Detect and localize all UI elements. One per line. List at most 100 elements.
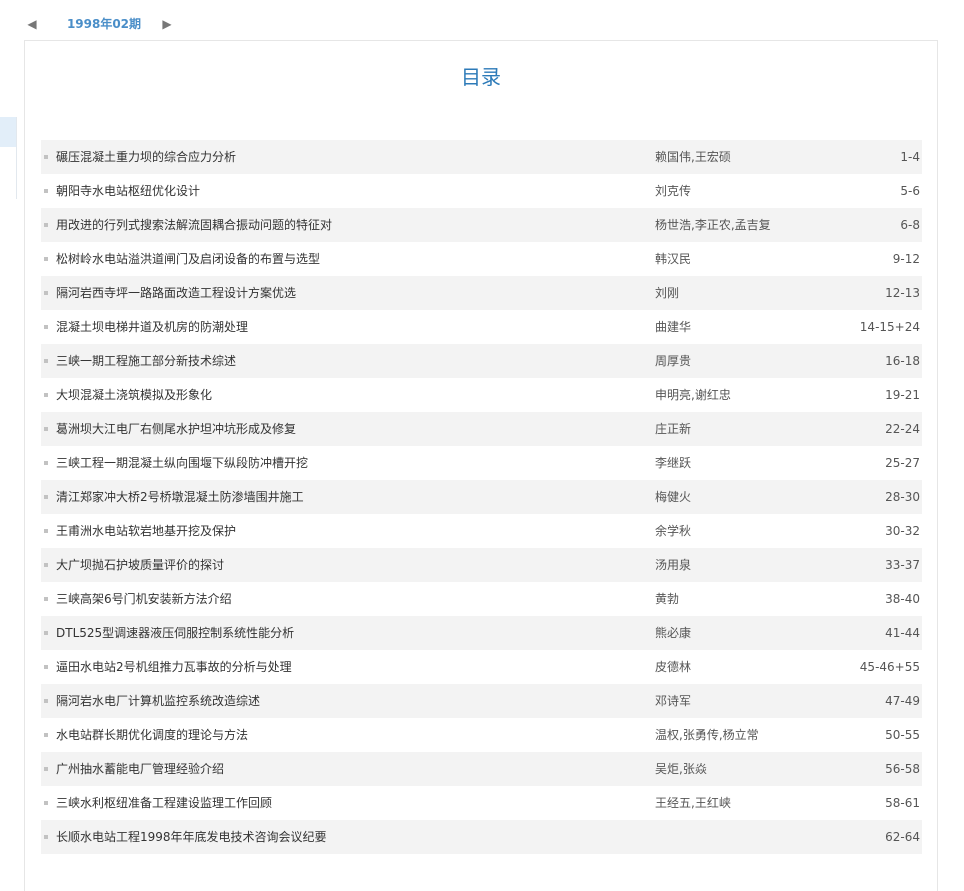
toc-row[interactable]: 大广坝抛石护坡质量评价的探讨 汤用泉 33-37 xyxy=(41,548,922,582)
article-pages: 14-15+24 xyxy=(859,320,920,334)
bullet-icon xyxy=(44,631,48,635)
article-pages: 9-12 xyxy=(892,252,920,266)
toc-row[interactable]: 三峡水利枢纽准备工程建设监理工作回顾 王经五,王红峡 58-61 xyxy=(41,786,922,820)
article-authors: 温权,张勇传,杨立常 xyxy=(655,728,759,742)
bullet-icon xyxy=(44,767,48,771)
bullet-icon xyxy=(44,563,48,567)
toc-row[interactable]: 水电站群长期优化调度的理论与方法 温权,张勇传,杨立常 50-55 xyxy=(41,718,922,752)
article-title-link[interactable]: 大坝混凝土浇筑模拟及形象化 xyxy=(56,378,212,412)
article-title-link[interactable]: 广州抽水蓄能电厂管理经验介绍 xyxy=(56,752,224,786)
article-authors: 李继跃 xyxy=(655,456,692,470)
article-pages: 19-21 xyxy=(885,388,920,402)
article-authors: 邓诗军 xyxy=(655,694,692,708)
toc-row[interactable]: 混凝土坝电梯井道及机房的防潮处理 曲建华 14-15+24 xyxy=(41,310,922,344)
toc-row[interactable]: 三峡一期工程施工部分新技术综述 周厚贵 16-18 xyxy=(41,344,922,378)
article-title-link[interactable]: 隔河岩西寺坪一路路面改造工程设计方案优选 xyxy=(56,276,296,310)
article-pages: 5-6 xyxy=(900,184,920,198)
article-pages: 6-8 xyxy=(900,218,920,232)
bullet-icon xyxy=(44,461,48,465)
article-title-link[interactable]: 朝阳寺水电站枢纽优化设计 xyxy=(56,174,200,208)
article-title-link[interactable]: 水电站群长期优化调度的理论与方法 xyxy=(56,718,248,752)
article-authors: 韩汉民 xyxy=(655,252,692,266)
bullet-icon xyxy=(44,427,48,431)
article-authors: 刘克传 xyxy=(655,184,692,198)
article-authors: 庄正新 xyxy=(655,422,692,436)
article-pages: 45-46+55 xyxy=(859,660,920,674)
article-pages: 1-4 xyxy=(900,150,920,164)
toc-row[interactable]: 三峡工程一期混凝土纵向围堰下纵段防冲槽开挖 李继跃 25-27 xyxy=(41,446,922,480)
toc-row[interactable]: 隔河岩西寺坪一路路面改造工程设计方案优选 刘刚 12-13 xyxy=(41,276,922,310)
article-title-link[interactable]: 逼田水电站2号机组推力瓦事故的分析与处理 xyxy=(56,650,292,684)
article-authors: 刘刚 xyxy=(655,286,680,300)
article-authors: 申明亮,谢红忠 xyxy=(655,388,731,402)
toc-title: 目录 xyxy=(461,65,501,89)
article-authors: 周厚贵 xyxy=(655,354,692,368)
bullet-icon xyxy=(44,189,48,193)
bullet-icon xyxy=(44,699,48,703)
toc-panel: 目录 碾压混凝土重力坝的综合应力分析 赖国伟,王宏硕 1-4 朝阳寺水电站枢纽优化设计… xyxy=(24,40,938,891)
toc-row[interactable]: 逼田水电站2号机组推力瓦事故的分析与处理 皮德林 45-46+55 xyxy=(41,650,922,684)
article-title-link[interactable]: 葛洲坝大江电厂右侧尾水护坦冲坑形成及修复 xyxy=(56,412,296,446)
article-title-link[interactable]: 长顺水电站工程1998年年底发电技术咨询会议纪要 xyxy=(56,820,327,854)
article-title-link[interactable]: 三峡水利枢纽准备工程建设监理工作回顾 xyxy=(56,786,272,820)
bullet-icon xyxy=(44,495,48,499)
article-pages: 16-18 xyxy=(885,354,920,368)
side-panel-edge xyxy=(0,117,17,199)
prev-issue-icon[interactable]: ◀ xyxy=(26,16,38,32)
toc-list: 碾压混凝土重力坝的综合应力分析 赖国伟,王宏硕 1-4 朝阳寺水电站枢纽优化设计 刘克传… xyxy=(41,140,922,854)
article-authors: 王经五,王红峡 xyxy=(655,796,731,810)
issue-label[interactable]: 1998年02期 xyxy=(64,16,144,32)
article-title-link[interactable]: 碾压混凝土重力坝的综合应力分析 xyxy=(56,140,236,174)
bullet-icon xyxy=(44,733,48,737)
article-authors: 吴炬,张焱 xyxy=(655,762,707,776)
side-panel-active-item[interactable] xyxy=(0,117,16,147)
bullet-icon xyxy=(44,257,48,261)
article-pages: 22-24 xyxy=(885,422,920,436)
bullet-icon xyxy=(44,325,48,329)
article-title-link[interactable]: 用改进的行列式搜索法解流固耦合振动问题的特征对 xyxy=(56,208,332,242)
article-authors: 汤用泉 xyxy=(655,558,692,572)
toc-row[interactable]: 大坝混凝土浇筑模拟及形象化 申明亮,谢红忠 19-21 xyxy=(41,378,922,412)
article-pages: 25-27 xyxy=(885,456,920,470)
article-authors: 杨世浩,李正农,孟吉复 xyxy=(655,218,771,232)
article-title-link[interactable]: 王甫洲水电站软岩地基开挖及保护 xyxy=(56,514,236,548)
toc-row[interactable]: 三峡高架6号门机安装新方法介绍 黄勃 38-40 xyxy=(41,582,922,616)
toc-row[interactable]: 朝阳寺水电站枢纽优化设计 刘克传 5-6 xyxy=(41,174,922,208)
article-pages: 50-55 xyxy=(885,728,920,742)
article-pages: 56-58 xyxy=(885,762,920,776)
bullet-icon xyxy=(44,291,48,295)
bullet-icon xyxy=(44,359,48,363)
next-issue-icon[interactable]: ▶ xyxy=(161,16,173,32)
toc-row[interactable]: 长顺水电站工程1998年年底发电技术咨询会议纪要 62-64 xyxy=(41,820,922,854)
toc-row[interactable]: 用改进的行列式搜索法解流固耦合振动问题的特征对 杨世浩,李正农,孟吉复 6-8 xyxy=(41,208,922,242)
article-pages: 62-64 xyxy=(885,830,920,844)
toc-row[interactable]: DTL525型调速器液压伺服控制系统性能分析 熊必康 41-44 xyxy=(41,616,922,650)
article-pages: 30-32 xyxy=(885,524,920,538)
toc-row[interactable]: 清江郑家冲大桥2号桥墩混凝土防渗墙围井施工 梅健火 28-30 xyxy=(41,480,922,514)
article-title-link[interactable]: 松树岭水电站溢洪道闸门及启闭设备的布置与选型 xyxy=(56,242,320,276)
article-title-link[interactable]: 混凝土坝电梯井道及机房的防潮处理 xyxy=(56,310,248,344)
article-title-link[interactable]: 三峡高架6号门机安装新方法介绍 xyxy=(56,582,232,616)
article-title-link[interactable]: 三峡一期工程施工部分新技术综述 xyxy=(56,344,236,378)
article-pages: 47-49 xyxy=(885,694,920,708)
article-authors: 曲建华 xyxy=(655,320,692,334)
toc-row[interactable]: 隔河岩水电厂计算机监控系统改造综述 邓诗军 47-49 xyxy=(41,684,922,718)
article-title-link[interactable]: 隔河岩水电厂计算机监控系统改造综述 xyxy=(56,684,260,718)
toc-row[interactable]: 王甫洲水电站软岩地基开挖及保护 余学秋 30-32 xyxy=(41,514,922,548)
article-authors: 余学秋 xyxy=(655,524,692,538)
article-authors: 赖国伟,王宏硕 xyxy=(655,150,731,164)
toc-row[interactable]: 碾压混凝土重力坝的综合应力分析 赖国伟,王宏硕 1-4 xyxy=(41,140,922,174)
article-title-link[interactable]: 大广坝抛石护坡质量评价的探讨 xyxy=(56,548,224,582)
bullet-icon xyxy=(44,393,48,397)
toc-row[interactable]: 松树岭水电站溢洪道闸门及启闭设备的布置与选型 韩汉民 9-12 xyxy=(41,242,922,276)
article-pages: 33-37 xyxy=(885,558,920,572)
article-title-link[interactable]: 三峡工程一期混凝土纵向围堰下纵段防冲槽开挖 xyxy=(56,446,308,480)
article-authors: 熊必康 xyxy=(655,626,692,640)
bullet-icon xyxy=(44,597,48,601)
article-title-link[interactable]: 清江郑家冲大桥2号桥墩混凝土防渗墙围井施工 xyxy=(56,480,304,514)
toc-row[interactable]: 葛洲坝大江电厂右侧尾水护坦冲坑形成及修复 庄正新 22-24 xyxy=(41,412,922,446)
toc-row[interactable]: 广州抽水蓄能电厂管理经验介绍 吴炬,张焱 56-58 xyxy=(41,752,922,786)
article-authors: 皮德林 xyxy=(655,660,692,674)
bullet-icon xyxy=(44,529,48,533)
article-title-link[interactable]: DTL525型调速器液压伺服控制系统性能分析 xyxy=(56,616,294,650)
